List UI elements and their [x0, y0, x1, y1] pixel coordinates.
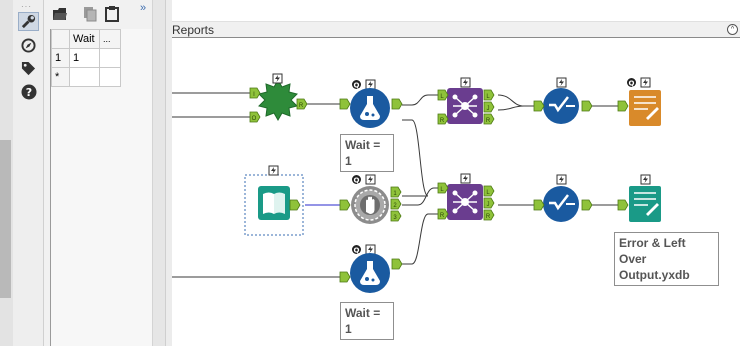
- results-panel: » Wait ... 1 1 *: [44, 0, 152, 346]
- anchor-input-r[interactable]: R: [437, 208, 449, 220]
- check-tool-top[interactable]: [543, 77, 579, 124]
- anchor-output-r[interactable]: R: [483, 209, 495, 221]
- anchor-output-3[interactable]: 3: [390, 210, 402, 222]
- anchor-input-i[interactable]: I: [249, 87, 261, 99]
- left-scrollbar-thumb[interactable]: [0, 140, 11, 298]
- anchor-in[interactable]: [617, 199, 629, 211]
- left-scrollbar[interactable]: [0, 0, 13, 346]
- anchor-label: R: [299, 103, 304, 109]
- anchor-in[interactable]: [533, 100, 545, 112]
- yxdb-output-tool[interactable]: [629, 174, 661, 222]
- anchor-input-l[interactable]: L: [437, 89, 449, 101]
- anchor-in[interactable]: [533, 199, 545, 211]
- open-folder-icon[interactable]: [50, 4, 70, 24]
- tool-column: ··· ?: [13, 0, 44, 346]
- svg-text:?: ?: [25, 86, 31, 99]
- anchor-output-2[interactable]: 2: [390, 198, 402, 210]
- report-output-tool[interactable]: [627, 77, 661, 126]
- grip-handle[interactable]: ···: [21, 2, 32, 11]
- anchor-in[interactable]: [339, 199, 351, 211]
- more-button[interactable]: »: [140, 2, 146, 14]
- help-icon[interactable]: ?: [18, 82, 39, 101]
- compass-icon[interactable]: [18, 36, 39, 55]
- annotation-line: Output.yxdb: [619, 268, 690, 282]
- anchor-output-l[interactable]: L: [483, 89, 495, 101]
- table-cell[interactable]: 1: [69, 48, 100, 68]
- anchor-output-r[interactable]: R: [296, 98, 308, 110]
- paste-icon[interactable]: [102, 4, 122, 24]
- table-row[interactable]: *: [51, 67, 121, 87]
- copy-icon[interactable]: [80, 4, 100, 24]
- annotation-output[interactable]: Error & Left Over Output.yxdb: [614, 232, 719, 286]
- table-cell[interactable]: [99, 67, 121, 87]
- header-cell[interactable]: Wait: [69, 29, 100, 49]
- header-cell: [51, 29, 70, 49]
- check-tool-bottom[interactable]: [543, 174, 579, 222]
- anchor-label: O: [252, 116, 257, 122]
- anchor-input-l[interactable]: L: [437, 182, 449, 194]
- anchor-output-1[interactable]: 1: [390, 186, 402, 198]
- table-cell[interactable]: [69, 67, 100, 87]
- table-cell[interactable]: [99, 48, 121, 68]
- anchor-input-o[interactable]: O: [249, 111, 261, 123]
- table-header-row: Wait ...: [51, 29, 121, 49]
- results-toolbar: »: [44, 0, 152, 27]
- anchor-in[interactable]: [339, 271, 351, 283]
- anchor-label: R: [440, 213, 445, 219]
- annotation-line: Error & Left Over: [619, 236, 686, 266]
- message-gear-tool[interactable]: [351, 174, 389, 224]
- table-row[interactable]: 1 1: [51, 48, 121, 68]
- results-grid: Wait ... 1 1 *: [50, 29, 152, 346]
- anchor-in[interactable]: [339, 98, 351, 110]
- header-cell[interactable]: ...: [99, 29, 121, 49]
- anchor-label: R: [486, 118, 491, 124]
- wrench-icon[interactable]: [18, 12, 39, 31]
- anchor-input-r[interactable]: R: [437, 113, 449, 125]
- anchor-output-j[interactable]: J: [483, 101, 495, 113]
- anchor-out[interactable]: [289, 199, 301, 211]
- workflow-diagram: Q I O R 1 2 3 L R L J R L R L J R: [172, 73, 661, 293]
- anchor-output-j[interactable]: J: [483, 197, 495, 209]
- annotation-wait-bottom[interactable]: Wait = 1: [340, 302, 394, 340]
- join-tool-top[interactable]: [447, 77, 483, 124]
- anchor-out[interactable]: [581, 199, 593, 211]
- workflow-canvas[interactable]: Reports ^ Q I O R 1 2 3 L R L J R L R L …: [172, 0, 740, 346]
- anchor-in[interactable]: [617, 100, 629, 112]
- anchor-label: J: [487, 202, 490, 208]
- row-number: *: [51, 67, 70, 87]
- anchor-label: R: [440, 118, 445, 124]
- anchor-label: J: [487, 106, 490, 112]
- anchor-label: R: [486, 214, 491, 220]
- annotation-wait-top[interactable]: Wait = 1: [340, 134, 394, 172]
- join-tool-bottom[interactable]: [447, 173, 483, 220]
- workflow-window: ··· ? » Wait ... 1 1 * Reports ^ Q I O R…: [0, 0, 740, 346]
- green-star-tool[interactable]: [258, 73, 298, 122]
- results-scrollbar[interactable]: [152, 0, 165, 346]
- anchor-out[interactable]: [391, 258, 403, 270]
- anchor-out[interactable]: [391, 98, 403, 110]
- anchor-out[interactable]: [581, 100, 593, 112]
- anchor-output-r[interactable]: R: [483, 113, 495, 125]
- test-tool-top[interactable]: [350, 79, 390, 128]
- panel-splitter[interactable]: [165, 0, 172, 346]
- test-tool-bottom[interactable]: [350, 244, 390, 293]
- results-table: Wait ... 1 1 *: [51, 29, 121, 87]
- tag-icon[interactable]: [18, 59, 39, 78]
- row-number: 1: [51, 48, 70, 68]
- anchor-output-l[interactable]: L: [483, 185, 495, 197]
